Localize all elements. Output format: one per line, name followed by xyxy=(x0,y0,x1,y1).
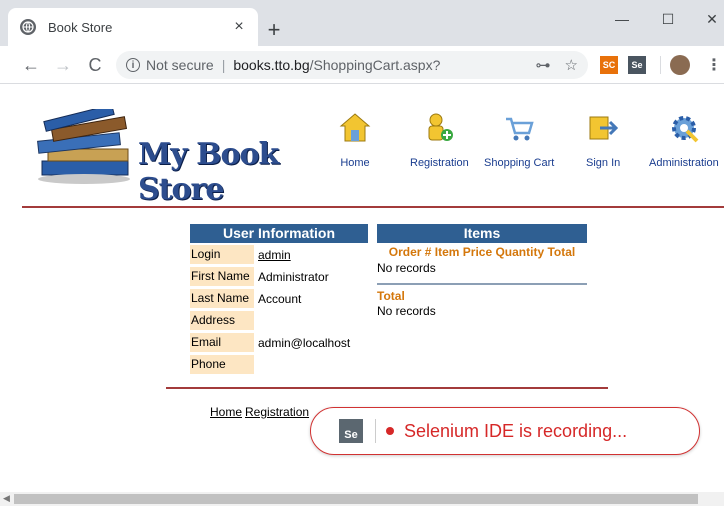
user-row-last-name: Last Name Account xyxy=(190,288,368,309)
tab-close-icon[interactable]: × xyxy=(228,16,250,38)
logo-text: My Book Store xyxy=(138,137,279,207)
scrollbar-thumb[interactable] xyxy=(14,494,698,504)
url-host: books.tto.bg xyxy=(233,57,310,73)
nav-sign-in[interactable]: Sign In xyxy=(586,111,620,169)
user-row-first-name: First Name Administrator xyxy=(190,266,368,287)
user-row-login: Login admin xyxy=(190,244,368,265)
forward-button[interactable]: → xyxy=(52,54,74,76)
back-button[interactable]: ← xyxy=(20,54,42,76)
items-divider xyxy=(377,283,587,285)
banner-divider xyxy=(375,419,376,443)
user-row-phone: Phone xyxy=(190,354,368,375)
browser-toolbar: ← → C i Not secure | books.tto.bg/Shoppi… xyxy=(0,46,724,84)
key-icon[interactable]: ⊶ xyxy=(536,56,551,74)
selenium-recording-banner: Se Selenium IDE is recording... xyxy=(310,407,700,455)
browser-tab-strip: Book Store × + — ☐ ✕ xyxy=(0,0,724,46)
profile-avatar[interactable] xyxy=(670,55,690,75)
sc-extension-icon[interactable]: SC xyxy=(600,56,618,74)
security-label: Not secure xyxy=(146,57,214,73)
items-column-headers: Order # Item Price Quantity Total xyxy=(388,245,576,259)
field-value: admin@localhost xyxy=(258,335,351,350)
footer-divider xyxy=(166,387,608,389)
nav-sign-in-label: Sign In xyxy=(586,157,621,169)
footer-nav: Home Registration xyxy=(210,405,312,419)
url-path: /ShoppingCart.aspx? xyxy=(309,57,441,73)
menu-icon[interactable]: ⋮ xyxy=(706,55,722,75)
nav-registration[interactable]: Registration xyxy=(410,111,469,169)
field-value: Account xyxy=(258,291,302,306)
selenium-logo-icon: Se xyxy=(339,419,363,443)
user-information-title: User Information xyxy=(190,224,368,243)
user-information-panel: User Information Login admin First Name … xyxy=(190,224,368,375)
scroll-left-icon[interactable]: ◀ xyxy=(3,493,10,504)
registration-icon xyxy=(428,113,454,141)
recording-message: Selenium IDE is recording... xyxy=(404,420,628,441)
field-label: Login xyxy=(190,245,254,264)
tab-title: Book Store xyxy=(48,19,113,35)
items-title: Items xyxy=(377,224,587,243)
user-row-email: Email admin@localhost xyxy=(190,332,368,353)
horizontal-scrollbar[interactable]: ◀ xyxy=(0,492,724,506)
selenium-extension-icon[interactable]: Se xyxy=(628,56,646,74)
field-label: Phone xyxy=(190,355,254,374)
nav-administration[interactable]: Administration xyxy=(649,111,719,169)
items-panel: Items Order # Item Price Quantity Total … xyxy=(377,224,587,318)
star-icon[interactable]: ☆ xyxy=(565,56,578,74)
login-link[interactable]: admin xyxy=(254,248,291,262)
header-divider xyxy=(22,206,724,208)
address-bar[interactable]: i Not secure | books.tto.bg/ShoppingCart… xyxy=(116,51,588,79)
footer-link-registration[interactable]: Registration xyxy=(245,405,309,419)
administration-icon xyxy=(671,116,699,143)
info-icon[interactable]: i xyxy=(126,58,140,72)
nav-shopping-cart[interactable]: Shopping Cart xyxy=(484,111,554,169)
site-logo[interactable]: My Book Store xyxy=(34,104,314,207)
reload-button[interactable]: C xyxy=(84,54,106,76)
items-total-empty-text: No records xyxy=(377,304,436,318)
globe-icon xyxy=(20,19,36,35)
field-label: Address xyxy=(190,311,254,330)
user-row-address: Address xyxy=(190,310,368,331)
field-label: Last Name xyxy=(190,289,254,308)
recording-dot-icon xyxy=(386,427,394,435)
nav-home[interactable]: Home xyxy=(338,111,372,169)
nav-registration-label: Registration xyxy=(410,157,469,169)
separator: | xyxy=(221,57,226,73)
sign-in-icon xyxy=(589,116,619,140)
toolbar-divider xyxy=(660,56,661,74)
field-label: First Name xyxy=(190,267,254,286)
field-value: Administrator xyxy=(258,269,329,284)
window-close-button[interactable]: ✕ xyxy=(694,6,724,32)
shopping-cart-icon xyxy=(506,117,534,141)
web-page: My Book Store Home Registration Shopping… xyxy=(0,85,724,491)
footer-link-home[interactable]: Home xyxy=(210,405,242,419)
books-stack-icon xyxy=(37,104,130,184)
browser-tab[interactable]: Book Store × xyxy=(8,8,258,46)
nav-shopping-cart-label: Shopping Cart xyxy=(484,157,555,169)
nav-administration-label: Administration xyxy=(649,157,719,169)
maximize-button[interactable]: ☐ xyxy=(650,6,686,32)
items-empty-text: No records xyxy=(377,261,436,275)
new-tab-button[interactable]: + xyxy=(262,18,286,42)
field-label: Email xyxy=(190,333,254,352)
minimize-button[interactable]: — xyxy=(604,6,640,32)
items-total-label: Total xyxy=(377,289,405,303)
nav-home-label: Home xyxy=(340,157,370,169)
home-icon xyxy=(339,113,371,142)
